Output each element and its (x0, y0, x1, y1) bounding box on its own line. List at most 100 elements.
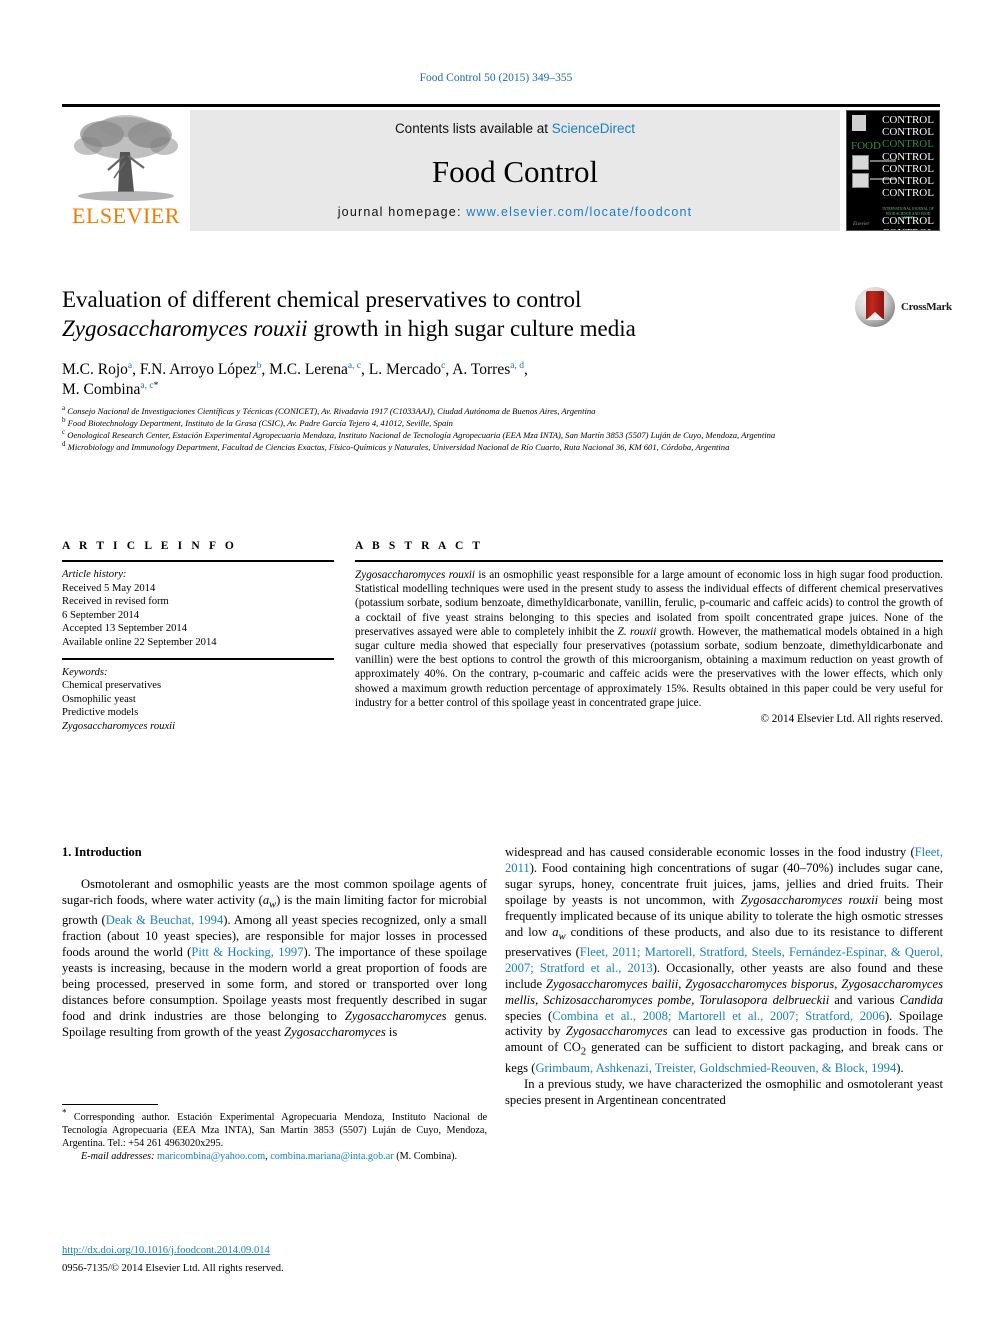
keyword-item: Predictive models (62, 707, 139, 719)
section-heading-introduction: 1. Introduction (62, 845, 142, 859)
email-link-2[interactable]: combina.mariana@inta.gob.ar (270, 1151, 393, 1162)
email-link-1[interactable]: maricombina@yahoo.com (157, 1151, 265, 1162)
keyword-item: Chemical preservatives (62, 680, 162, 692)
cover-elsevier-mark (852, 115, 866, 131)
cover-control-word: CONTROL (882, 126, 934, 139)
elsevier-logo: ELSEVIER (62, 110, 190, 231)
journal-homepage-line: journal homepage: www.elsevier.com/locat… (190, 205, 840, 219)
citation-link[interactable]: Deak & Beuchat, 1994 (106, 913, 224, 927)
title-line-1: Evaluation of different chemical preserv… (62, 287, 582, 312)
author-affil-ref: c (441, 360, 446, 371)
divider (62, 657, 334, 660)
article-info-panel: A R T I C L E I N F O Article history: R… (62, 540, 334, 734)
citation-link[interactable]: Grimbaum, Ashkenazi, Treister, Goldschmi… (535, 1061, 896, 1075)
affiliation-mark: c (62, 427, 66, 436)
author-affil-ref: a (127, 360, 133, 371)
intro-paragraph-right-1: widespread and has caused considerable e… (505, 845, 943, 1077)
author-affil-ref: a, d (510, 360, 524, 371)
water-activity-symbol: aw (552, 924, 566, 943)
cover-control-word: CONTROL (882, 150, 934, 163)
genus-name: Candida (899, 992, 943, 1007)
genus-name: Zygosaccharomyces (344, 1008, 447, 1023)
author-name: L. Mercado (368, 361, 442, 378)
affiliation-item: c Oenological Research Center, Estación … (62, 427, 942, 442)
affiliation-text: Oenological Research Center, Estación Ex… (67, 429, 776, 440)
abstract-panel: A B S T R A C T Zygosaccharomyces rouxii… (355, 540, 943, 725)
citation-link[interactable]: Combina et al., 2008; Martorell et al., … (552, 1009, 885, 1023)
intro-r-text-f: and various (829, 992, 900, 1007)
abstract-inline-species: Z. rouxii (617, 625, 657, 638)
author-name: M.C. Lerena (269, 361, 348, 378)
author-affil-ref: b (256, 360, 262, 371)
contents-prefix: Contents lists available at (394, 121, 552, 136)
intro-r-text-k: ). (896, 1060, 904, 1075)
email-author-name: (M. Combina). (396, 1151, 458, 1163)
genus-name: Zygosaccharomyces (565, 1024, 668, 1039)
intro-paragraph-right-2: In a previous study, we have characteriz… (505, 1076, 943, 1107)
footer-block: http://dx.doi.org/10.1016/j.foodcont.201… (62, 1244, 502, 1276)
keyword-item: Zygosaccharomyces rouxii (62, 720, 176, 732)
author-name: F.N. Arroyo López (139, 361, 257, 378)
doi-link[interactable]: http://dx.doi.org/10.1016/j.foodcont.201… (62, 1244, 502, 1258)
masthead-center: Contents lists available at ScienceDirec… (190, 110, 840, 231)
article-history-item: 6 September 2014 (62, 609, 140, 621)
abstract-heading: A B S T R A C T (355, 540, 484, 552)
affiliation-mark: b (62, 416, 66, 425)
homepage-label: journal homepage: (337, 205, 467, 219)
paper-page: Food Control 50 (2015) 349–355 ELSEVIER … (0, 0, 992, 1323)
cover-thumb-image-1 (852, 155, 869, 170)
author-affil-ref: a, c (347, 360, 362, 371)
title-block: Evaluation of different chemical preserv… (62, 285, 852, 343)
journal-masthead: ELSEVIER Contents lists available at Sci… (62, 104, 940, 231)
page-title: Evaluation of different chemical preserv… (62, 285, 852, 343)
cover-food-word: FOOD (851, 140, 881, 152)
author-name: M. Combina (62, 381, 141, 398)
title-species-name: Zygosaccharomyces rouxii (62, 316, 308, 341)
keywords-label: Keywords: (62, 666, 108, 678)
article-history-item: Accepted 13 September 2014 (62, 623, 188, 635)
affiliation-text: Consejo Nacional de Investigaciones Cien… (67, 406, 596, 416)
abstract-lead-species: Zygosaccharomyces rouxii (355, 569, 476, 581)
cover-control-word: CONTROL (882, 175, 934, 188)
email-note: E-mail addresses: maricombina@yahoo.com,… (62, 1150, 487, 1163)
genus-name: Zygosaccharomyces (284, 1024, 386, 1039)
intro-left-column: 1. Introduction Osmotolerant and osmophi… (62, 845, 487, 1041)
divider (355, 560, 943, 562)
citation-link[interactable]: Pitt & Hocking, 1997 (191, 945, 303, 959)
contents-available-line: Contents lists available at ScienceDirec… (190, 121, 840, 136)
corresponding-author-note: * Corresponding author. Estación Experim… (62, 1108, 487, 1150)
corresponding-author-marker: * (153, 380, 159, 391)
affiliation-text: Microbiology and Immunology Department, … (67, 441, 730, 452)
running-head: Food Control 50 (2015) 349–355 (419, 72, 573, 84)
cover-control-word: CONTROL (882, 215, 934, 227)
intro-text-f: is (385, 1024, 398, 1039)
affiliation-mark: d (62, 439, 66, 448)
issn-copyright-line: 0956-7135/© 2014 Elsevier Ltd. All right… (62, 1262, 284, 1274)
author-name: M.C. Rojo (62, 361, 128, 378)
abstract-text: Zygosaccharomyces rouxii is an osmophili… (355, 568, 943, 710)
abstract-text-part-2: growth. However, the mathematical models… (355, 625, 943, 709)
affiliation-mark: a (62, 404, 66, 413)
homepage-url-link[interactable]: www.elsevier.com/locate/foodcont (466, 205, 692, 219)
intro-r-text-a: widespread and has caused considerable e… (505, 845, 915, 859)
article-history-item: Received 5 May 2014 (62, 582, 156, 594)
article-history-item: Available online 22 September 2014 (62, 636, 217, 648)
sciencedirect-link[interactable]: ScienceDirect (552, 121, 635, 136)
intro-right-column: widespread and has caused considerable e… (505, 845, 943, 1109)
cover-control-stack: CONTROL CONTROL CONTROL CONTROL CONTROL … (879, 114, 937, 199)
title-line-2-rest: growth in high sugar culture media (307, 316, 636, 341)
crossmark-badge[interactable]: CrossMark (855, 287, 952, 329)
article-info-heading: A R T I C L E I N F O (62, 540, 237, 552)
abstract-copyright: © 2014 Elsevier Ltd. All rights reserved… (760, 713, 944, 726)
author-list: M.C. Rojoa, F.N. Arroyo Lópezb, M.C. Ler… (62, 360, 528, 398)
cover-control-word: CONTROL (882, 114, 934, 126)
elsevier-wordmark: ELSEVIER (72, 203, 180, 228)
cover-thumb-image-2 (852, 173, 869, 188)
affiliation-item: b Food Biotechnology Department, Institu… (62, 416, 942, 430)
corresponding-author-text: Corresponding author. Estación Experimen… (62, 1112, 487, 1150)
email-addresses-label: E-mail addresses: (81, 1151, 155, 1163)
affiliation-list: a Consejo Nacional de Investigaciones Ci… (62, 404, 942, 454)
article-history-label: Article history: (62, 569, 127, 580)
intro-paragraph-left: Osmotolerant and osmophilic yeasts are t… (62, 877, 487, 1041)
intro-r-text-g: species ( (505, 1008, 553, 1023)
